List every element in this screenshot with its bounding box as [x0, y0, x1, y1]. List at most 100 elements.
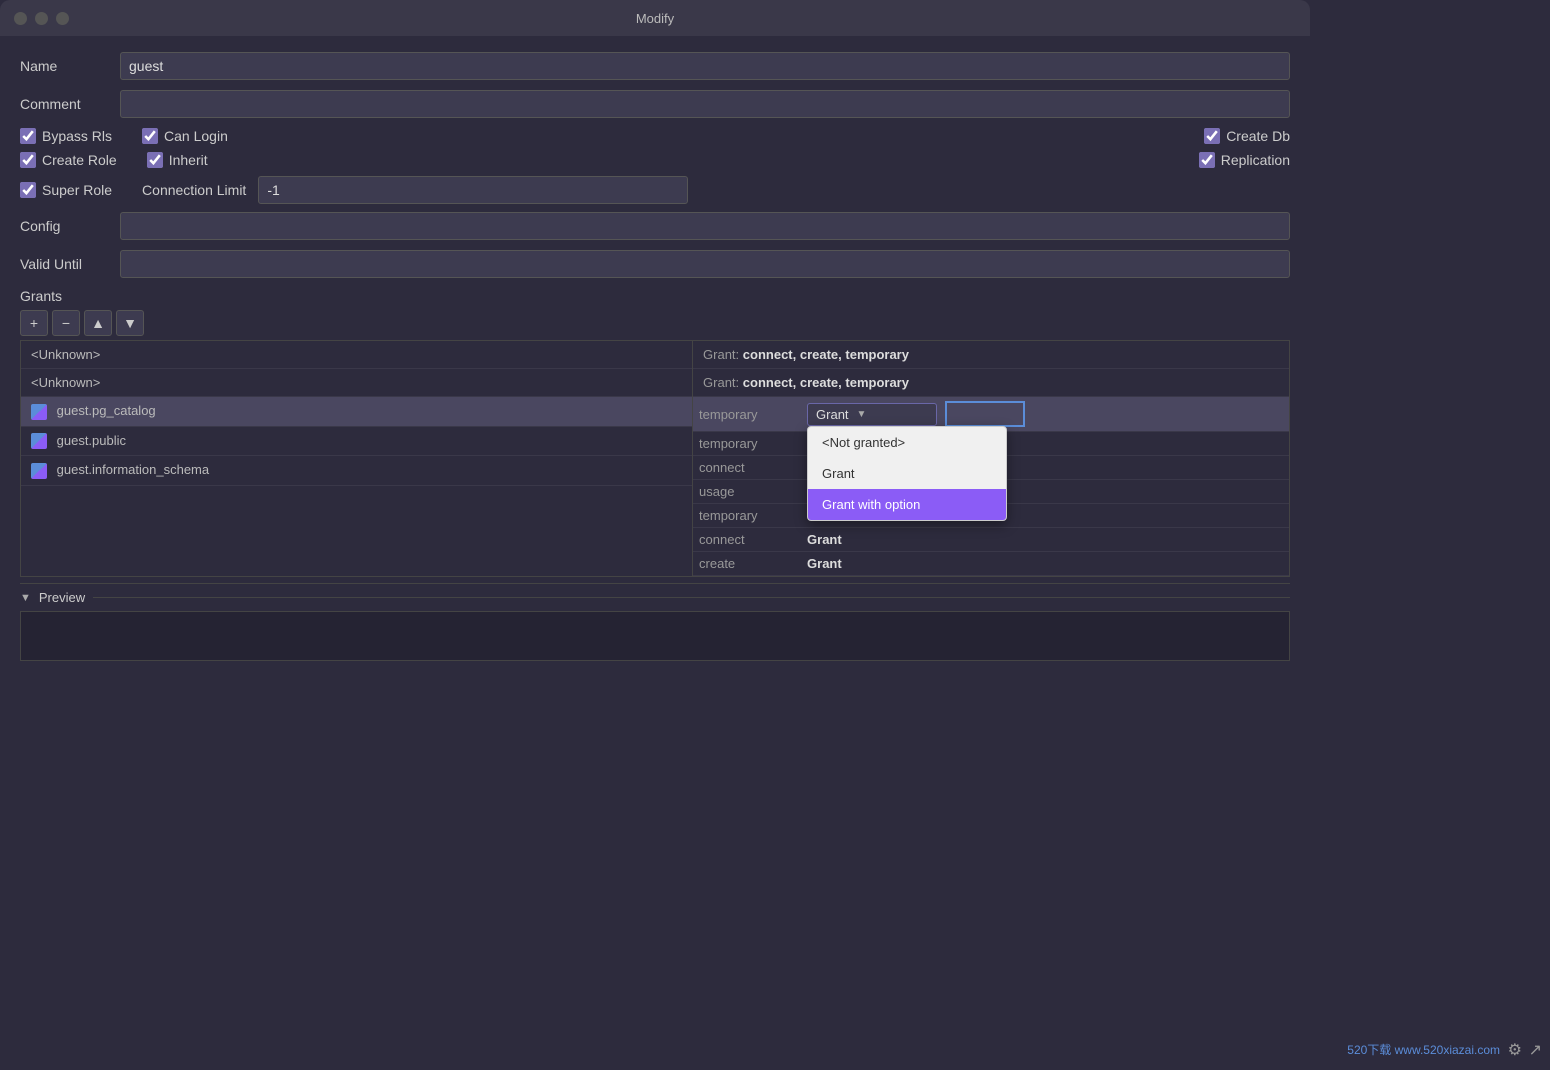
chevron-down-icon: ▼ — [857, 409, 867, 420]
bypass-rls-checkbox-item: Bypass Rls — [20, 128, 112, 144]
inherit-checkbox-item: Inherit — [147, 152, 208, 168]
name-label: Name — [20, 58, 120, 74]
replication-label[interactable]: Replication — [1221, 152, 1290, 168]
create-db-checkbox-item: Create Db — [1204, 128, 1290, 144]
priv-label: connect — [699, 532, 799, 547]
dropdown-option-grant[interactable]: Grant — [808, 458, 1006, 489]
schema-name-info: guest.information_schema — [57, 462, 209, 477]
detail-row: create Grant — [693, 552, 1289, 576]
list-item[interactable]: guest.information_schema — [21, 456, 692, 486]
can-login-checkbox[interactable] — [142, 128, 158, 144]
titlebar: Modify — [0, 0, 1310, 36]
comment-row: Comment — [20, 90, 1290, 118]
dropdown-option-not-granted[interactable]: <Not granted> — [808, 427, 1006, 458]
conn-limit-row: Connection Limit — [142, 176, 688, 204]
replication-checkbox[interactable] — [1199, 152, 1215, 168]
unknown-label-2: <Unknown> — [31, 375, 100, 390]
comment-input[interactable] — [120, 90, 1290, 118]
preview-header[interactable]: ▼ Preview — [20, 584, 1290, 611]
grant-dropdown[interactable]: Grant ▼ — [807, 403, 937, 426]
grants-right-panel: Grant: connect, create, temporary Grant:… — [693, 341, 1289, 576]
dropdown-menu: <Not granted> Grant Grant with option — [807, 426, 1007, 521]
config-label: Config — [20, 218, 120, 234]
grant-info-row: Grant: connect, create, temporary — [693, 341, 1289, 369]
replication-checkbox-item: Replication — [1199, 152, 1290, 168]
list-item[interactable]: guest.public — [21, 427, 692, 457]
valid-until-input[interactable] — [120, 250, 1290, 278]
valid-until-label: Valid Until — [20, 256, 120, 272]
grants-label: Grants — [20, 288, 1290, 304]
window-title: Modify — [636, 11, 674, 26]
grant-val: Grant — [807, 532, 842, 547]
export-icon[interactable]: ↗ — [1529, 1040, 1542, 1060]
name-row: Name — [20, 52, 1290, 80]
checkboxes-row-3: Super Role Connection Limit — [20, 176, 1290, 204]
dropdown-current-value: Grant — [816, 407, 849, 422]
list-item[interactable]: <Unknown> — [21, 341, 692, 369]
schema-icon — [31, 463, 47, 479]
bypass-rls-label[interactable]: Bypass Rls — [42, 128, 112, 144]
settings-icon[interactable]: ⚙ — [1508, 1040, 1522, 1060]
inherit-label[interactable]: Inherit — [169, 152, 208, 168]
bypass-rls-checkbox[interactable] — [20, 128, 36, 144]
extra-input[interactable] — [945, 401, 1025, 427]
schema-icon — [31, 404, 47, 420]
name-input[interactable] — [120, 52, 1290, 80]
priv-label: usage — [699, 484, 799, 499]
schema-icon — [31, 433, 47, 449]
right-checkboxes-1: Create Db — [1204, 128, 1290, 144]
priv-label: connect — [699, 460, 799, 475]
inherit-checkbox[interactable] — [147, 152, 163, 168]
grants-section: Grants + − ▲ ▼ <Unknown> <Unknown> guest… — [20, 288, 1290, 577]
detail-row: temporary Grant ▼ <Not granted> Grant Gr… — [693, 397, 1289, 432]
dropdown-wrapper: Grant ▼ <Not granted> Grant Grant with o… — [807, 403, 937, 426]
dropdown-option-grant-with-option[interactable]: Grant with option — [808, 489, 1006, 520]
move-up-button[interactable]: ▲ — [84, 310, 112, 336]
super-role-checkbox[interactable] — [20, 182, 36, 198]
priv-label: create — [699, 556, 799, 571]
config-input[interactable] — [120, 212, 1290, 240]
conn-limit-label: Connection Limit — [142, 182, 246, 198]
close-button[interactable] — [14, 12, 27, 25]
list-item[interactable]: guest.pg_catalog — [21, 397, 692, 427]
preview-content — [20, 611, 1290, 661]
maximize-button[interactable] — [56, 12, 69, 25]
create-role-checkbox-item: Create Role — [20, 152, 117, 168]
valid-until-row: Valid Until — [20, 250, 1290, 278]
watermark: 520下载 www.520xiazai.com — [1347, 1041, 1500, 1058]
grants-toolbar: + − ▲ ▼ — [20, 310, 1290, 336]
super-role-checkbox-item: Super Role — [20, 182, 112, 198]
super-role-label[interactable]: Super Role — [42, 182, 112, 198]
can-login-checkbox-item: Can Login — [142, 128, 228, 144]
add-grant-button[interactable]: + — [20, 310, 48, 336]
priv-label: temporary — [699, 407, 799, 422]
window-controls — [14, 12, 69, 25]
preview-label: Preview — [39, 590, 85, 605]
can-login-label[interactable]: Can Login — [164, 128, 228, 144]
grants-table: <Unknown> <Unknown> guest.pg_catalog gue… — [20, 340, 1290, 577]
checkboxes-row-2: Create Role Inherit Replication — [20, 152, 1290, 168]
create-db-checkbox[interactable] — [1204, 128, 1220, 144]
grant-info-row: Grant: connect, create, temporary — [693, 369, 1289, 397]
priv-label: temporary — [699, 508, 799, 523]
remove-grant-button[interactable]: − — [52, 310, 80, 336]
right-checkboxes-2: Replication — [1199, 152, 1290, 168]
checkboxes-row-1: Bypass Rls Can Login Create Db — [20, 128, 1290, 144]
unknown-label-1: <Unknown> — [31, 347, 100, 362]
grant-val: Grant — [807, 556, 842, 571]
minimize-button[interactable] — [35, 12, 48, 25]
create-role-checkbox[interactable] — [20, 152, 36, 168]
grant-value-2: connect, create, temporary — [743, 375, 909, 390]
config-row: Config — [20, 212, 1290, 240]
chevron-right-icon: ▼ — [20, 592, 31, 604]
comment-label: Comment — [20, 96, 120, 112]
preview-divider — [93, 597, 1290, 598]
schema-name-public: guest.public — [57, 433, 126, 448]
detail-table: temporary Grant ▼ <Not granted> Grant Gr… — [693, 397, 1289, 576]
list-item[interactable]: <Unknown> — [21, 369, 692, 397]
move-down-button[interactable]: ▼ — [116, 310, 144, 336]
priv-label: temporary — [699, 436, 799, 451]
conn-limit-input[interactable] — [258, 176, 688, 204]
create-db-label[interactable]: Create Db — [1226, 128, 1290, 144]
create-role-label[interactable]: Create Role — [42, 152, 117, 168]
